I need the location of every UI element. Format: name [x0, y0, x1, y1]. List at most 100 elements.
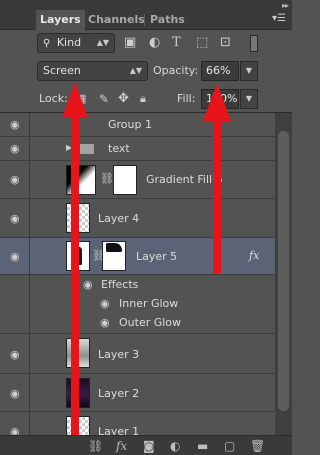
visibility-toggle[interactable]: ◉ [0, 238, 30, 274]
layers-bottom-toolbar: ⛓ fx ◙ ◐ ▬ ▢ 🗑︎ [0, 435, 292, 455]
layer-filter-row: ⚲ Kind ▲▼ ▣ ◐ T ⬚ ⊡ [0, 30, 292, 57]
delete-layer-icon[interactable]: 🗑︎ [250, 438, 265, 454]
scrollbar-thumb[interactable] [278, 131, 289, 411]
layer-row-gradient-fill[interactable]: ◉ ⛓ Gradient Fill 6 [0, 161, 275, 199]
layers-scrollbar[interactable] [275, 113, 292, 435]
lock-position-icon[interactable]: ✥ [118, 91, 129, 107]
figure-silhouette-icon [74, 247, 82, 265]
layer-row-layer-1[interactable]: ◉ Layer 1 [0, 412, 275, 435]
visibility-toggle[interactable]: ◉ [0, 137, 30, 160]
eye-icon: ◉ [10, 118, 20, 131]
effect-row-inner-glow[interactable]: ◉ Inner Glow [0, 294, 275, 313]
dropdown-arrow-icon: ▲▼ [96, 38, 109, 47]
effects-row[interactable]: ◉ Effects [0, 275, 275, 294]
layer-thumbnail [66, 241, 90, 271]
fx-badge[interactable]: fx [249, 249, 259, 262]
eye-icon: ◉ [10, 425, 20, 435]
visibility-spacer [0, 313, 30, 333]
tab-divider [144, 14, 145, 26]
tab-layers[interactable]: Layers [36, 10, 85, 30]
layer-row-text-folder[interactable]: ◉ ▶ text [0, 137, 275, 161]
new-group-icon[interactable]: ▬ [197, 438, 208, 454]
lock-all-icon[interactable]: 🔒︎ [140, 91, 146, 107]
search-icon: ⚲ [43, 38, 51, 49]
new-adjustment-icon[interactable]: ◐ [170, 438, 180, 454]
blend-mode-dropdown[interactable]: Screen ▲▼ [37, 61, 148, 81]
adjustment-filter-icon[interactable]: ◐ [149, 35, 160, 51]
eye-icon: ◉ [10, 173, 20, 186]
fill-slider-button[interactable]: ▼ [240, 89, 258, 109]
mask-thumbnail [113, 165, 137, 195]
eye-icon: ◉ [10, 212, 20, 225]
link-icon: ⛓ [100, 172, 114, 185]
collapse-icon[interactable]: ▸▸ [282, 1, 289, 10]
filter-toggle-icon[interactable] [250, 35, 258, 52]
eye-icon: ◉ [10, 142, 20, 155]
layer-name: Layer 5 [136, 250, 178, 263]
tab-channels[interactable]: Channels [84, 10, 149, 30]
filter-kind-dropdown[interactable]: ⚲ Kind ▲▼ [37, 33, 115, 53]
link-layers-icon[interactable]: ⛓ [88, 438, 103, 454]
layer-name: text [108, 142, 130, 155]
opacity-label: Opacity: [153, 64, 199, 77]
effect-row-outer-glow[interactable]: ◉ Outer Glow [0, 313, 275, 334]
new-layer-icon[interactable]: ▢ [224, 438, 235, 454]
opacity-input[interactable]: 66% [201, 61, 239, 81]
shape-filter-icon[interactable]: ⬚ [196, 35, 208, 51]
fill-input[interactable]: 100% [201, 89, 239, 109]
blend-row: Screen ▲▼ Opacity: 66% ▼ [0, 57, 292, 85]
eye-icon[interactable]: ◉ [83, 278, 93, 291]
layer-row-layer-4[interactable]: ◉ Layer 4 [0, 199, 275, 238]
layer-name: Group 1 [108, 118, 152, 131]
lock-pixels-icon[interactable]: ▦ [76, 91, 86, 107]
panel-tab-bar: Layers Channels Paths ▾☰ [0, 10, 292, 30]
eye-icon[interactable]: ◉ [100, 297, 110, 310]
smart-object-filter-icon[interactable]: ⊡ [220, 35, 231, 51]
layer-row-layer-5[interactable]: ◉ ⛓ Layer 5 fx [0, 238, 275, 275]
add-mask-icon[interactable]: ◙ [143, 438, 155, 454]
panel-menu-icon[interactable]: ▾☰ [272, 13, 286, 24]
lock-row: Lock: ▦ ✎ ✥ 🔒︎ Fill: 100% ▼ [0, 85, 292, 113]
dropdown-arrow-icon: ▲▼ [129, 66, 142, 75]
mask-shape-icon [106, 243, 122, 252]
lock-label: Lock: [39, 92, 68, 105]
image-filter-icon[interactable]: ▣ [124, 35, 136, 51]
visibility-toggle[interactable]: ◉ [0, 199, 30, 237]
layer-thumbnail [66, 338, 90, 368]
layer-thumbnail [66, 416, 90, 435]
visibility-toggle[interactable]: ◉ [0, 412, 30, 435]
layers-list: ◉ Group 1 ◉ ▶ text ◉ ⛓ Gradient Fill 6 ◉… [0, 113, 275, 435]
tab-paths[interactable]: Paths [146, 10, 189, 30]
layer-name: Layer 2 [98, 387, 140, 400]
add-style-icon[interactable]: fx [116, 438, 127, 454]
visibility-toggle[interactable]: ◉ [0, 334, 30, 373]
layer-row-layer-3[interactable]: ◉ Layer 3 [0, 334, 275, 374]
layer-name: Gradient Fill 6 [146, 173, 223, 186]
eye-icon[interactable]: ◉ [100, 316, 110, 329]
lock-image-icon[interactable]: ✎ [99, 91, 109, 107]
effects-label: Effects [101, 278, 139, 291]
layer-row-layer-2[interactable]: ◉ Layer 2 [0, 374, 275, 412]
visibility-toggle[interactable]: ◉ [0, 374, 30, 411]
visibility-toggle[interactable]: ◉ [0, 161, 30, 198]
layer-name: Layer 1 [98, 425, 140, 435]
layer-thumbnail [66, 165, 96, 195]
type-filter-icon[interactable]: T [172, 35, 181, 51]
layer-name: Layer 4 [98, 212, 140, 225]
eye-icon: ◉ [10, 348, 20, 361]
effect-name: Inner Glow [119, 297, 179, 310]
eye-icon: ◉ [10, 250, 20, 263]
visibility-toggle[interactable]: ◉ [0, 113, 30, 136]
layer-thumbnail [66, 378, 90, 408]
fill-label: Fill: [177, 92, 196, 105]
mask-thumbnail [102, 241, 126, 271]
panel-header-strip: ▸▸ [0, 0, 292, 10]
effect-name: Outer Glow [119, 316, 182, 329]
visibility-spacer [0, 294, 30, 313]
layer-name: Layer 3 [98, 348, 140, 361]
visibility-spacer [0, 275, 30, 294]
opacity-slider-button[interactable]: ▼ [240, 61, 258, 81]
expand-arrow-icon[interactable]: ▶ [66, 143, 72, 152]
eye-icon: ◉ [10, 387, 20, 400]
layer-row-group-1[interactable]: ◉ Group 1 [0, 113, 275, 137]
